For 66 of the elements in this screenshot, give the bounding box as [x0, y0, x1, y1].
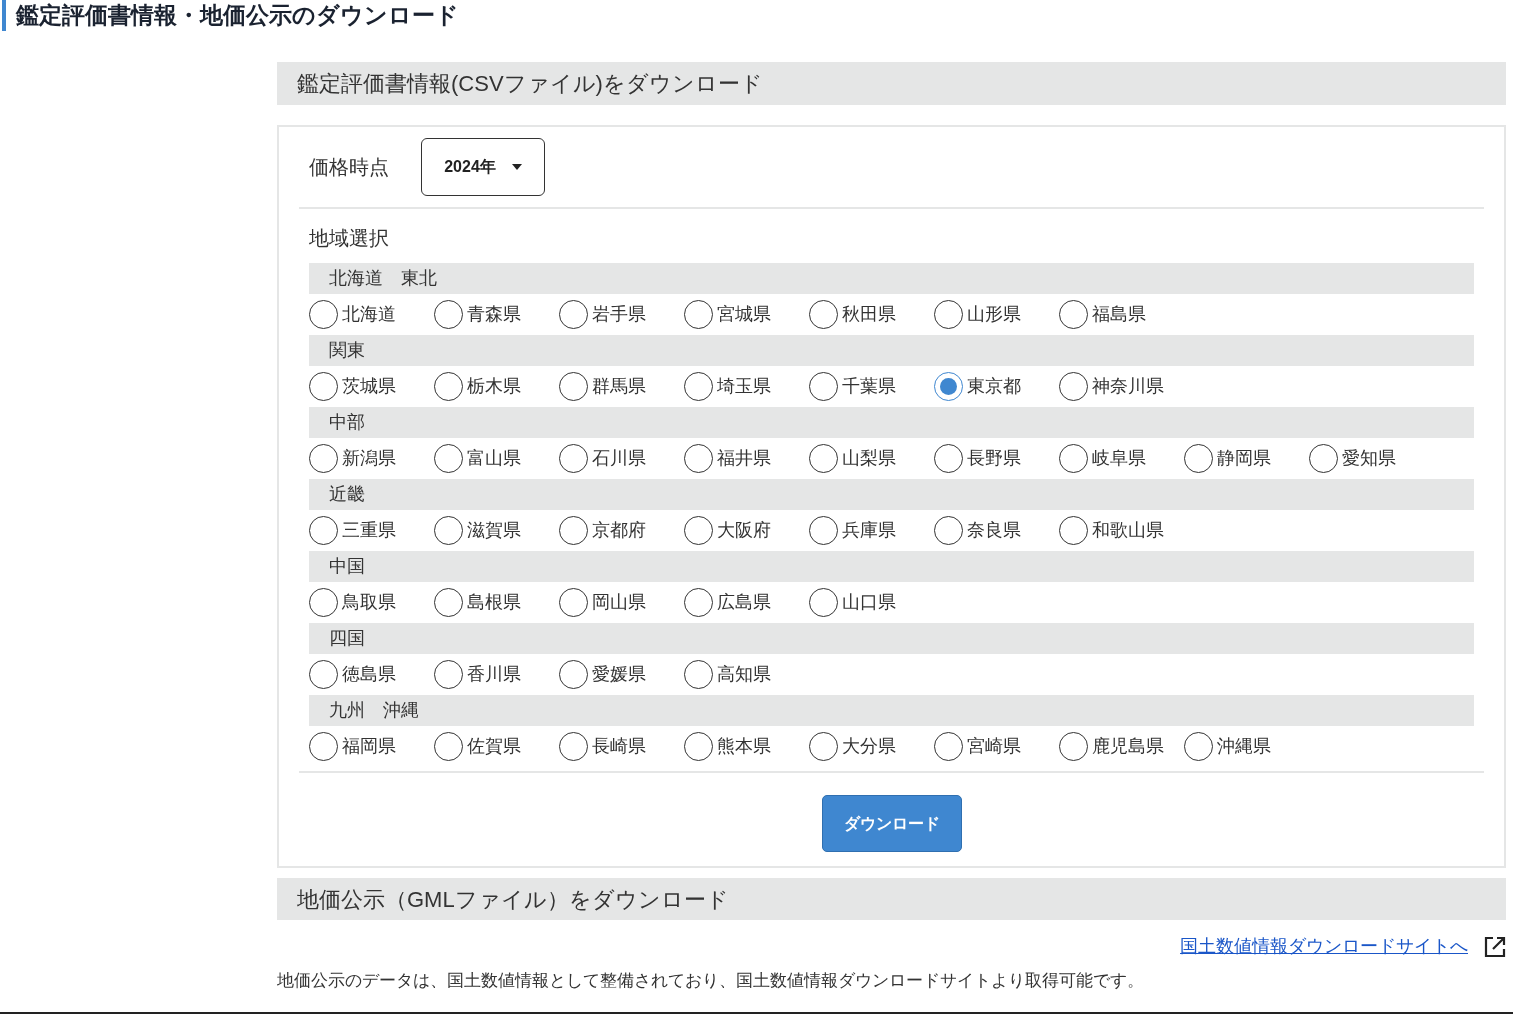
section-heading: 地価公示（GMLファイル）をダウンロード: [297, 885, 729, 914]
prefecture-radio[interactable]: 広島県: [684, 588, 809, 617]
prefecture-radio[interactable]: 奈良県: [934, 516, 1059, 545]
prefecture-radio[interactable]: 和歌山県: [1059, 516, 1184, 545]
region-name: 近畿: [329, 483, 365, 506]
prefecture-radio[interactable]: 山形県: [934, 300, 1059, 329]
prefecture-radio[interactable]: 岩手県: [559, 300, 684, 329]
prefecture-radio[interactable]: 熊本県: [684, 732, 809, 761]
prefecture-radio[interactable]: 山口県: [809, 588, 934, 617]
prefecture-radio[interactable]: 岐阜県: [1059, 444, 1184, 473]
page-title: 鑑定評価書情報・地価公示のダウンロード: [16, 1, 459, 30]
prefecture-radio[interactable]: 東京都: [934, 372, 1059, 401]
prefecture-radio[interactable]: 長崎県: [559, 732, 684, 761]
prefecture-radio[interactable]: 福井県: [684, 444, 809, 473]
prefecture-radio[interactable]: 新潟県: [309, 444, 434, 473]
prefecture-radio[interactable]: 高知県: [684, 660, 809, 689]
prefecture-radio[interactable]: 鳥取県: [309, 588, 434, 617]
prefecture-radio[interactable]: 愛媛県: [559, 660, 684, 689]
prefecture-radio[interactable]: 兵庫県: [809, 516, 934, 545]
prefecture-radio[interactable]: 山梨県: [809, 444, 934, 473]
prefecture-radio[interactable]: 千葉県: [809, 372, 934, 401]
section-heading: 鑑定評価書情報(CSVファイル)をダウンロード: [297, 70, 763, 98]
prefecture-radio[interactable]: 石川県: [559, 444, 684, 473]
year-dropdown[interactable]: 2024年: [421, 138, 545, 196]
prefecture-radio[interactable]: 徳島県: [309, 660, 434, 689]
title-accent-bar: [2, 0, 6, 31]
prefecture-radio[interactable]: 鹿児島県: [1059, 732, 1184, 761]
region-name: 中部: [329, 411, 365, 434]
prefecture-radio[interactable]: 青森県: [434, 300, 559, 329]
prefecture-radio[interactable]: 宮崎県: [934, 732, 1059, 761]
prefecture-radio[interactable]: 大分県: [809, 732, 934, 761]
prefecture-radio[interactable]: 京都府: [559, 516, 684, 545]
prefecture-radio[interactable]: 富山県: [434, 444, 559, 473]
prefecture-radio[interactable]: 北海道: [309, 300, 434, 329]
prefecture-radio[interactable]: 佐賀県: [434, 732, 559, 761]
prefecture-radio[interactable]: 埼玉県: [684, 372, 809, 401]
description-text: 地価公示のデータは、国土数値情報として整備されており、国土数値情報ダウンロードサイトより取得可能です。: [277, 970, 1145, 992]
prefecture-radio[interactable]: 群馬県: [559, 372, 684, 401]
prefecture-radio[interactable]: 福岡県: [309, 732, 434, 761]
prefecture-radio[interactable]: 神奈川県: [1059, 372, 1184, 401]
download-button[interactable]: ダウンロード: [821, 795, 962, 852]
prefecture-radio[interactable]: 大阪府: [684, 516, 809, 545]
prefecture-radio[interactable]: 愛知県: [1309, 444, 1434, 473]
caret-icon: [511, 164, 522, 170]
prefecture-radio[interactable]: 滋賀県: [434, 516, 559, 545]
prefecture-radio[interactable]: 静岡県: [1184, 444, 1309, 473]
region-name: 中国: [329, 555, 365, 578]
prefecture-radio[interactable]: 栃木県: [434, 372, 559, 401]
prefecture-radio[interactable]: 香川県: [434, 660, 559, 689]
prefecture-radio[interactable]: 沖縄県: [1184, 732, 1309, 761]
prefecture-radio[interactable]: 宮城県: [684, 300, 809, 329]
prefecture-radio[interactable]: 長野県: [934, 444, 1059, 473]
region-name: 四国: [329, 627, 365, 650]
region-name: 北海道 東北: [329, 267, 437, 290]
prefecture-radio[interactable]: 島根県: [434, 588, 559, 617]
prefecture-radio[interactable]: 秋田県: [809, 300, 934, 329]
external-link-icon: [1484, 935, 1506, 958]
region-select-label: 地域選択: [308, 226, 390, 251]
region-name: 関東: [329, 339, 365, 362]
download-site-link[interactable]: 国土数値情報ダウンロードサイトへ: [1180, 933, 1468, 960]
price-time-label: 価格時点: [309, 155, 389, 180]
region-name: 九州 沖縄: [329, 699, 419, 722]
prefecture-radio[interactable]: 福島県: [1059, 300, 1184, 329]
prefecture-radio[interactable]: 三重県: [309, 516, 434, 545]
prefecture-radio[interactable]: 茨城県: [309, 372, 434, 401]
prefecture-radio[interactable]: 岡山県: [559, 588, 684, 617]
